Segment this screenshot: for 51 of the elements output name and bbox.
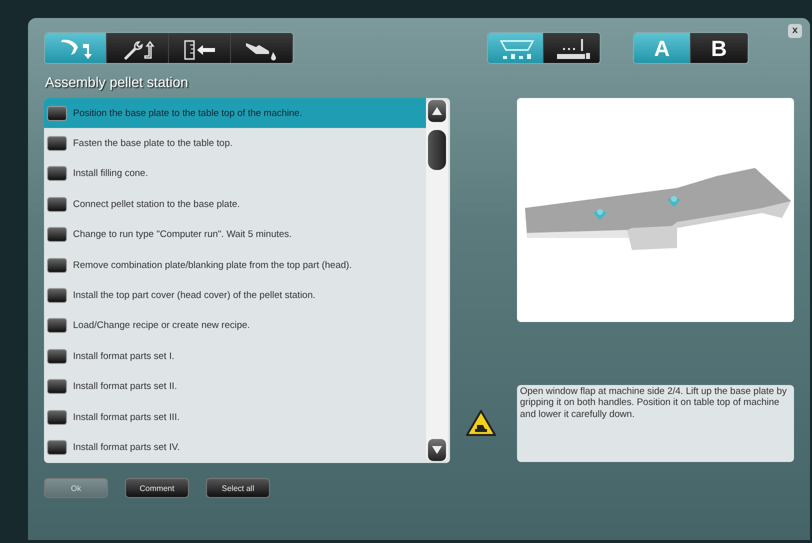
icon-tab[interactable] — [544, 33, 600, 63]
side-tab[interactable]: B — [691, 33, 748, 63]
step-label: Fasten the base plate to the table top. — [73, 138, 233, 150]
action-button[interactable]: Select all — [206, 478, 270, 498]
step-label: Position the base plate to the table top of the machine. — [73, 108, 302, 119]
scroll-thumb[interactable] — [428, 130, 446, 170]
step-checkbox[interactable] — [47, 440, 67, 455]
station-title: Assembly pellet station — [45, 74, 190, 92]
step-checkbox[interactable] — [47, 348, 67, 364]
step-row[interactable]: Fasten the base plate to the table top. — [44, 128, 426, 159]
step-label: Load/Change recipe or create new recipe. — [73, 320, 250, 332]
step-row[interactable]: Change to run type "Computer run". Wait 5 minutes. — [44, 220, 426, 250]
step-label: Install format parts set II. — [73, 381, 178, 392]
step-row[interactable]: Install format parts set IV. — [44, 432, 426, 463]
icon-tab[interactable] — [231, 33, 293, 63]
step-checkbox[interactable] — [47, 288, 67, 304]
step-label: Install the top part cover (head cover) of the pellet station. — [73, 290, 316, 302]
step-row[interactable]: Install format parts set I. — [44, 341, 426, 372]
step-row[interactable]: Install format parts set II. — [44, 372, 426, 402]
step-row[interactable]: Remove combination plate/blanking plate from the top part (head). — [44, 250, 426, 280]
step-checkbox[interactable] — [47, 318, 67, 334]
step-checkbox[interactable] — [47, 227, 67, 242]
step-row[interactable]: Load/Change recipe or create new recipe. — [44, 310, 426, 342]
step-checkbox[interactable] — [47, 136, 67, 152]
step-label: Install format parts set IV. — [73, 442, 180, 453]
step-checkbox[interactable] — [47, 410, 67, 425]
step-label: Install format parts set I. — [73, 350, 174, 362]
step-label: Connect pellet station to the base plate. — [73, 198, 240, 210]
icon-tab[interactable] — [107, 33, 169, 63]
step-row[interactable]: Install filling cone. — [44, 158, 426, 190]
step-checkbox[interactable] — [47, 379, 67, 394]
step-row[interactable]: Install the top part cover (head cover) of the pellet station. — [44, 280, 426, 311]
warning-icon — [466, 410, 496, 436]
scroll-up-arrow-icon[interactable] — [428, 100, 446, 122]
step-description: Open window flap at machine side 2/4. Lift up the base plate by gripping it on both handles. Position it on table top of machine and lower it carefully down. — [517, 385, 794, 462]
step-label: Install format parts set III. — [73, 412, 180, 423]
icon-tab[interactable] — [169, 33, 231, 63]
step-checkbox[interactable] — [47, 106, 67, 121]
close-button[interactable]: x — [788, 24, 802, 38]
step-checkbox[interactable] — [47, 166, 67, 182]
step-row[interactable]: Connect pellet station to the base plate. — [44, 189, 426, 220]
step-label: Change to run type "Computer run". Wait 5 minutes. — [73, 229, 292, 240]
step-label: Remove combination plate/blanking plate from the top part (head). — [73, 260, 352, 271]
step-row[interactable]: Position the base plate to the table top of the machine. — [44, 98, 426, 128]
step-checkbox[interactable] — [47, 258, 67, 273]
scroll-down-arrow-icon[interactable] — [428, 439, 446, 461]
step-label: Install filling cone. — [73, 168, 148, 180]
scrollbar[interactable] — [426, 100, 448, 461]
step-row[interactable]: Install format parts set III. — [44, 402, 426, 432]
action-button[interactable]: Comment — [125, 478, 189, 498]
step-checkbox[interactable] — [47, 196, 67, 212]
